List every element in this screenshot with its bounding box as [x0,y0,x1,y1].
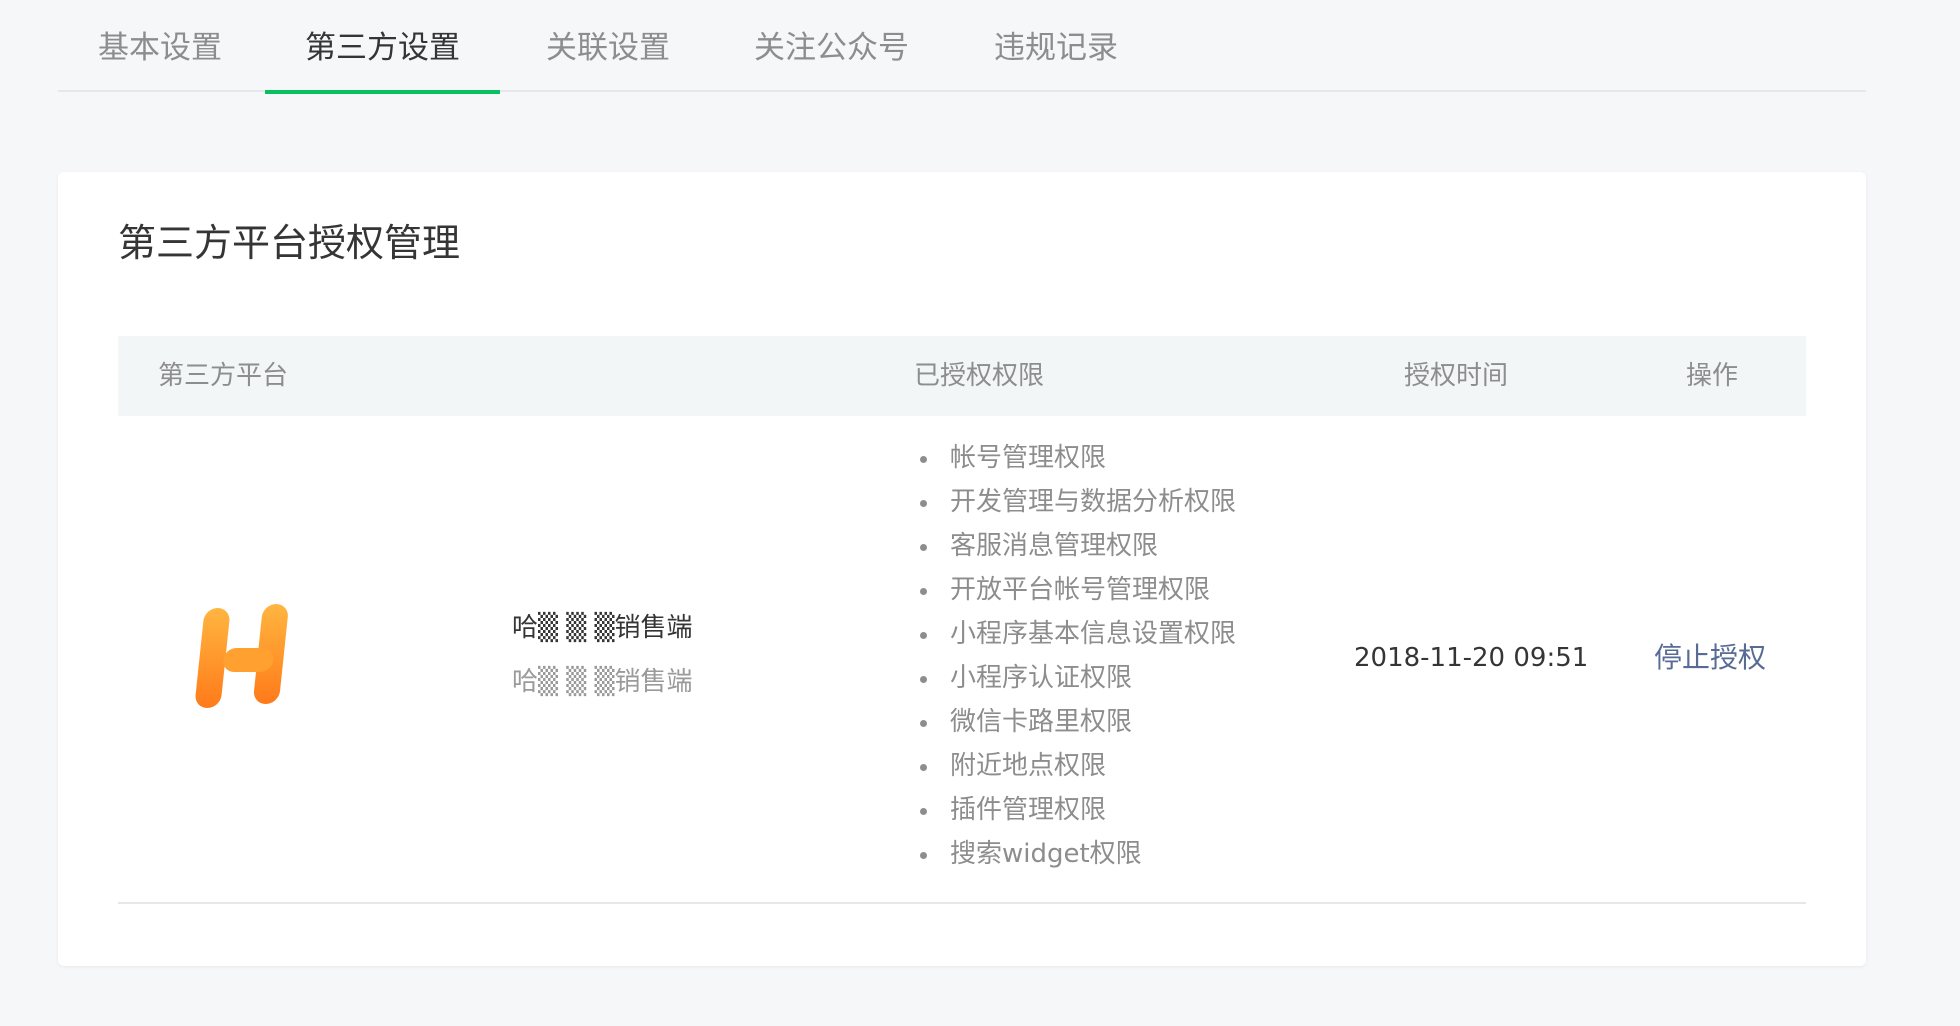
column-header-auth-time: 授权时间 [1404,361,1509,391]
tab-basic-settings[interactable]: 基本设置 [98,0,222,92]
table-row: 哈▒ ▒ ▒销售端 哈▒ ▒ ▒销售端 帐号管理权限 开发管理与数据分析权限 客… [118,416,1806,904]
list-item: 帐号管理权限 [918,436,1236,480]
tab-bar: 基本设置 第三方设置 关联设置 关注公众号 违规记录 [58,0,1866,94]
list-item: 小程序认证权限 [918,656,1236,700]
list-item: 小程序基本信息设置权限 [918,612,1236,656]
list-item: 开放平台帐号管理权限 [918,568,1236,612]
list-item: 客服消息管理权限 [918,524,1236,568]
h-letter-logo-icon [186,596,306,716]
column-header-permissions: 已授权权限 [914,361,1045,391]
auth-time: 2018-11-20 09:51 [1354,643,1589,673]
list-item: 微信卡路里权限 [918,700,1236,744]
tab-third-party-settings[interactable]: 第三方设置 [265,0,500,94]
list-item: 开发管理与数据分析权限 [918,480,1236,524]
third-party-auth-card: 第三方平台授权管理 第三方平台 已授权权限 授权时间 操作 哈▒ ▒ ▒销售端 … [58,172,1866,966]
list-item: 搜索widget权限 [918,832,1236,876]
permission-list: 帐号管理权限 开发管理与数据分析权限 客服消息管理权限 开放平台帐号管理权限 小… [918,436,1236,876]
platform-name: 哈▒ ▒ ▒销售端 [512,613,693,643]
platform-subname: 哈▒ ▒ ▒销售端 [512,667,693,697]
column-header-action: 操作 [1686,361,1739,391]
tab-follow-official-account[interactable]: 关注公众号 [754,0,909,92]
tab-violation-records[interactable]: 违规记录 [994,0,1118,92]
column-header-platform: 第三方平台 [158,361,289,391]
card-title: 第三方平台授权管理 [118,221,461,265]
table-header: 第三方平台 已授权权限 授权时间 操作 [118,336,1806,416]
tab-linked-settings[interactable]: 关联设置 [546,0,670,92]
list-item: 附近地点权限 [918,744,1236,788]
list-item: 插件管理权限 [918,788,1236,832]
stop-authorization-button[interactable]: 停止授权 [1654,636,1766,680]
